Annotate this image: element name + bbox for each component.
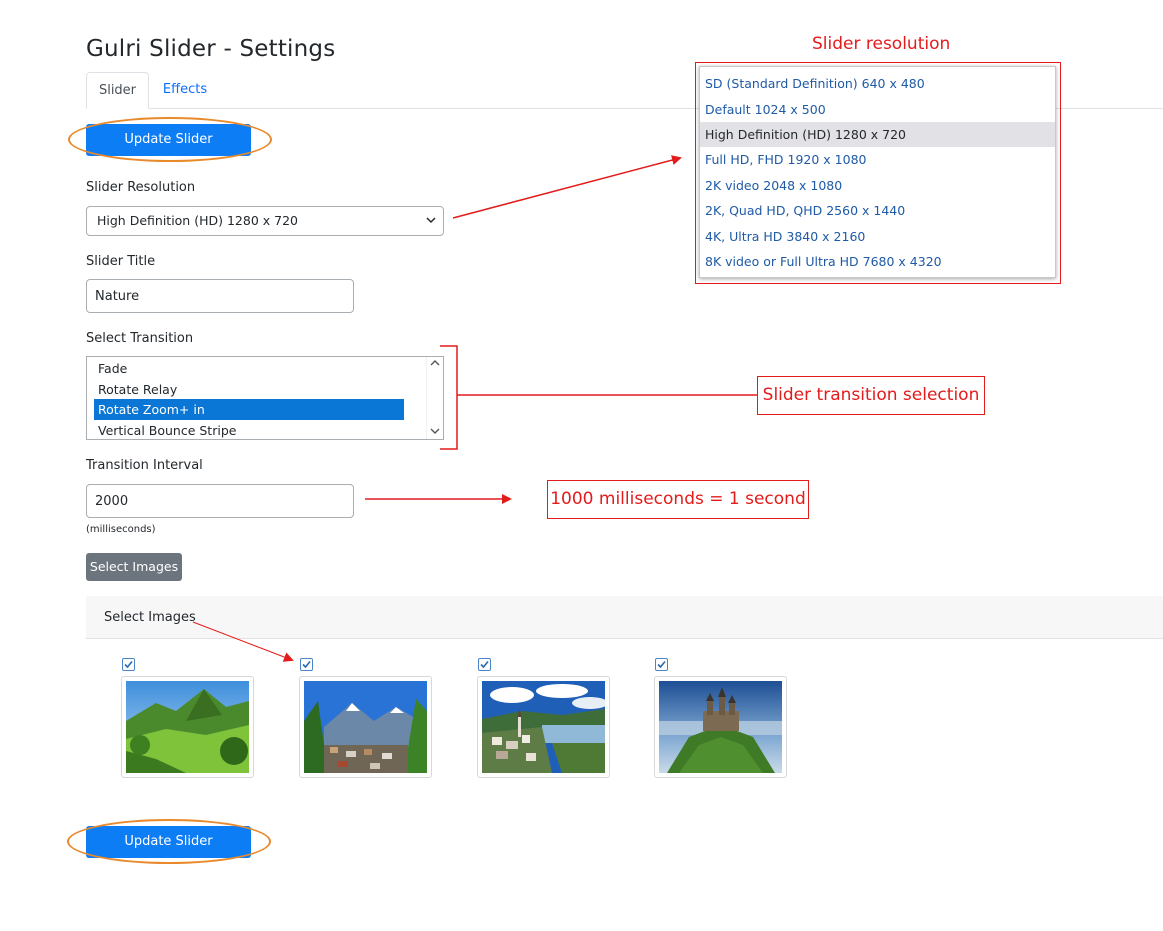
image-checkbox[interactable] xyxy=(122,658,135,671)
alpine-village-photo-icon xyxy=(304,681,427,773)
arrow-resolution xyxy=(452,155,682,219)
resolution-dropdown-list[interactable]: SD (Standard Definition) 640 x 480 Defau… xyxy=(699,66,1056,278)
resolution-option[interactable]: 2K video 2048 x 1080 xyxy=(700,173,1055,198)
select-images-button[interactable]: Select Images xyxy=(86,553,182,581)
chevron-down-icon xyxy=(425,207,437,245)
interval-label: Transition Interval xyxy=(86,458,203,473)
resolution-label: Slider Resolution xyxy=(86,180,196,195)
resolution-option[interactable]: 4K, Ultra HD 3840 x 2160 xyxy=(700,224,1055,249)
resolution-option[interactable]: Full HD, FHD 1920 x 1080 xyxy=(700,147,1055,172)
resolution-select-value: High Definition (HD) 1280 x 720 xyxy=(97,213,298,228)
images-section-title: Select Images xyxy=(104,610,196,625)
title-label: Slider Title xyxy=(86,254,156,269)
update-slider-button-top[interactable]: Update Slider xyxy=(86,124,251,156)
transition-interval-input[interactable] xyxy=(86,484,354,518)
page-title: Gulri Slider - Settings xyxy=(86,36,336,62)
transition-label: Select Transition xyxy=(86,331,194,346)
lakeside-town-photo-icon xyxy=(482,681,605,773)
transition-option[interactable]: Fade xyxy=(94,358,404,379)
hilltop-castle-photo-icon xyxy=(659,681,782,773)
image-thumbnail[interactable] xyxy=(477,676,610,778)
transition-option[interactable]: Vertical Bounce Stripe xyxy=(94,420,404,441)
resolution-option[interactable]: Default 1024 x 500 xyxy=(700,97,1055,122)
annotation-transition: Slider transition selection xyxy=(757,376,985,415)
resolution-option[interactable]: 8K video or Full Ultra HD 7680 x 4320 xyxy=(700,249,1055,274)
transition-listbox[interactable]: Fade Rotate Relay Rotate Zoom+ in Vertic… xyxy=(86,356,444,440)
slider-title-input[interactable] xyxy=(86,279,354,313)
mountain-meadow-photo-icon xyxy=(126,681,249,773)
resolution-select[interactable]: High Definition (HD) 1280 x 720 xyxy=(86,206,444,236)
image-checkbox[interactable] xyxy=(655,658,668,671)
image-checkbox[interactable] xyxy=(478,658,491,671)
transition-option[interactable]: Rotate Relay xyxy=(94,379,404,400)
listbox-scrollbar[interactable] xyxy=(426,357,443,439)
annotation-resolution: Slider resolution xyxy=(812,34,951,54)
transition-option-selected[interactable]: Rotate Zoom+ in xyxy=(94,399,404,420)
annotation-interval: 1000 milliseconds = 1 second xyxy=(547,480,809,519)
interval-helper-text: (milliseconds) xyxy=(86,524,156,535)
resolution-option-highlighted[interactable]: High Definition (HD) 1280 x 720 xyxy=(700,122,1055,147)
image-thumbnail[interactable] xyxy=(121,676,254,778)
image-thumbnail[interactable] xyxy=(654,676,787,778)
tab-slider[interactable]: Slider xyxy=(86,72,149,109)
resolution-option[interactable]: SD (Standard Definition) 640 x 480 xyxy=(700,71,1055,96)
update-slider-button-bottom[interactable]: Update Slider xyxy=(86,826,251,858)
images-section-header: Select Images xyxy=(86,596,1163,639)
image-checkbox[interactable] xyxy=(300,658,313,671)
tab-effects[interactable]: Effects xyxy=(152,72,218,108)
scroll-up-icon[interactable] xyxy=(430,359,440,370)
resolution-option[interactable]: 2K, Quad HD, QHD 2560 x 1440 xyxy=(700,198,1055,223)
image-thumbnail[interactable] xyxy=(299,676,432,778)
scroll-down-icon[interactable] xyxy=(430,427,440,438)
